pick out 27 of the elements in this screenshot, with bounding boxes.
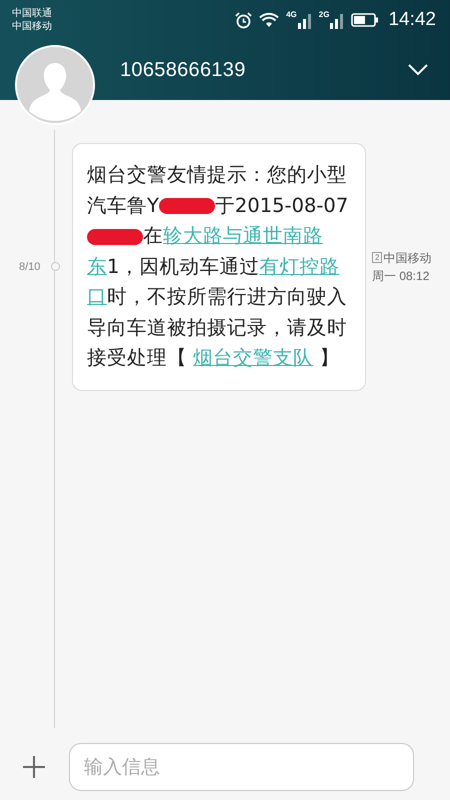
- message-bubble[interactable]: 烟台交警友情提示：您的小型 汽车鲁Y 于2015-08-07 在轸大路与通世南路 东1，因机动车通过有灯控路 口 时，不按所需行进方向驶入 导向车道被拍摄记录，请及时 接受处理【 烟台交警支队 】: [72, 143, 366, 390]
- sim-carrier: 中国移动: [383, 250, 432, 267]
- alarm-icon: [235, 12, 252, 28]
- message-link[interactable]: 有灯控路: [259, 254, 340, 278]
- redaction-mark: [87, 228, 143, 245]
- message-link[interactable]: 烟台交警支队: [193, 346, 314, 369]
- message-link[interactable]: 东: [87, 254, 107, 278]
- clock-time: 14:42: [388, 9, 436, 31]
- network-label: 2G: [318, 11, 330, 19]
- message-link[interactable]: 口: [87, 285, 107, 308]
- signal-icon: [330, 11, 344, 29]
- contact-number: 10658666139: [120, 58, 246, 82]
- message-link[interactable]: 轸大路与通世南路: [163, 224, 323, 247]
- sim-slot-badge: 2: [372, 252, 382, 264]
- message-input-field[interactable]: 输入信息: [69, 743, 414, 791]
- network-label: 4G: [286, 11, 297, 19]
- signal-icon: [298, 11, 312, 29]
- message-date: 8/10: [19, 260, 42, 273]
- carrier-name: 中国联通: [12, 7, 52, 20]
- chevron-down-icon[interactable]: [408, 64, 428, 76]
- carrier-name: 中国移动: [12, 20, 52, 33]
- redaction-mark: [158, 198, 215, 214]
- add-icon[interactable]: [22, 755, 46, 779]
- avatar-icon[interactable]: [15, 45, 95, 125]
- battery-icon: [351, 13, 380, 27]
- wifi-icon: [259, 12, 280, 28]
- message-time: 周一 08:12: [372, 268, 430, 285]
